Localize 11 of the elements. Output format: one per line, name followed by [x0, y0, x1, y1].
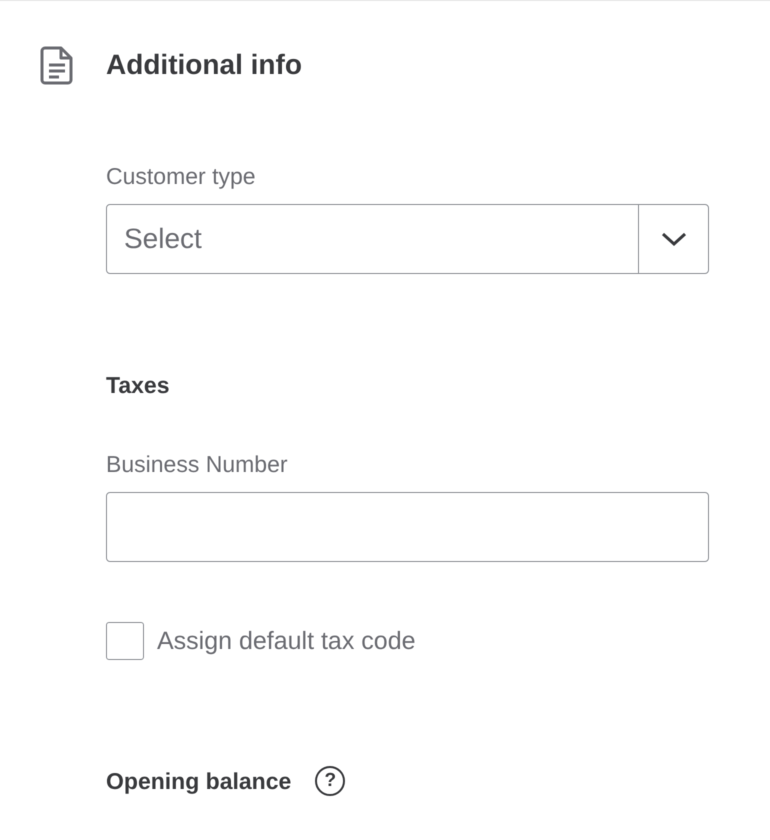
field-label: Customer type: [106, 163, 257, 190]
section-heading: Taxes: [106, 372, 170, 399]
help-icon[interactable]: ?: [315, 766, 346, 796]
input-field[interactable]: [106, 492, 709, 562]
chevron-down-icon: [660, 231, 686, 247]
section-title: Additional info: [106, 49, 302, 81]
customer-type-dropdown[interactable]: Select: [106, 204, 709, 274]
checkbox[interactable]: [106, 622, 144, 660]
checkbox-label[interactable]: Assign default tax code: [157, 626, 416, 656]
field-label: Business Number: [106, 451, 289, 478]
section-heading: Opening balance: [106, 768, 292, 794]
